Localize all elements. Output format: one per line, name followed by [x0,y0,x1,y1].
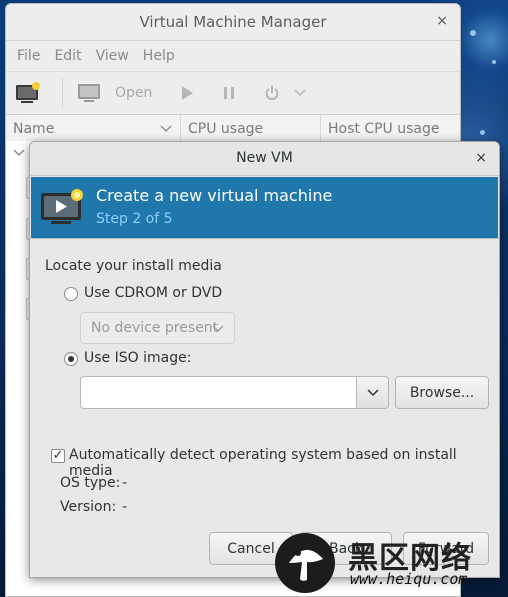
cdrom-device-value: No device present [91,320,219,336]
expander-chevron-icon[interactable] [13,149,25,157]
chevron-down-icon [366,388,379,396]
dialog-title: New VM [236,150,293,166]
menu-view[interactable]: View [96,48,129,64]
toolbar-separator [62,78,63,108]
cpu-column-label: CPU usage [188,121,264,137]
os-type-value: - [122,475,128,491]
dialog-titlebar: New VM × [30,142,499,176]
watermark-url: www.heiqu.com [350,570,468,588]
iso-radio[interactable] [64,352,78,366]
main-titlebar: Virtual Machine Manager × [6,4,460,41]
new-vm-icon [16,82,40,103]
cpu-column-header[interactable]: CPU usage [181,115,321,143]
mushroom-icon [289,549,323,581]
desktop-light-dot [480,130,485,135]
chevron-down-icon [294,89,306,97]
wizard-step: Step 2 of 5 [96,211,173,227]
desktop-light-dot [470,30,476,36]
play-icon [182,86,194,100]
chevron-down-icon [212,325,224,332]
monitor-icon [78,84,100,102]
wizard-title: Create a new virtual machine [96,186,333,205]
open-button[interactable]: Open [77,82,152,104]
main-close-icon[interactable]: × [436,13,448,29]
locate-media-heading: Locate your install media [45,258,222,274]
iso-history-dropdown[interactable] [356,376,389,409]
name-column-header[interactable]: Name [6,115,181,143]
new-vm-button[interactable] [14,81,42,105]
iso-radio-label[interactable]: Use ISO image: [84,350,191,366]
main-toolbar: Open [6,71,460,115]
desktop-light-dot [492,60,496,64]
new-vm-dialog: New VM × Create a new virtual machine St… [29,141,500,578]
pause-icon [224,87,235,99]
sort-chevron-icon [160,125,172,132]
version-value: - [122,499,128,515]
os-type-label: OS type: [60,475,121,491]
name-column-label: Name [13,121,55,137]
watermark-logo-icon [275,533,335,593]
shutdown-menu-button[interactable] [294,88,306,98]
run-button[interactable] [180,85,194,101]
cdrom-device-select[interactable]: No device present [80,312,235,344]
vm-list-header: Name CPU usage Host CPU usage [6,115,460,144]
pause-button[interactable] [222,85,236,101]
dialog-content: Locate your install media Use CDROM or D… [30,238,499,577]
cdrom-radio[interactable] [64,287,78,301]
host-cpu-column-label: Host CPU usage [328,121,440,137]
power-icon [265,86,279,101]
version-label: Version: [60,499,117,515]
browse-button[interactable]: Browse... [395,376,489,409]
shutdown-button[interactable] [264,85,280,101]
menu-help[interactable]: Help [143,48,175,64]
menu-file[interactable]: File [17,48,40,64]
host-cpu-column-header[interactable]: Host CPU usage [321,115,460,143]
menu-edit[interactable]: Edit [54,48,81,64]
new-vm-wizard-icon [41,189,83,224]
cdrom-radio-label[interactable]: Use CDROM or DVD [84,285,222,301]
cancel-label: Cancel [227,540,275,557]
main-window-title: Virtual Machine Manager [139,13,327,31]
auto-detect-checkbox[interactable]: ✓ [51,449,65,463]
dialog-close-icon[interactable]: × [475,150,487,166]
open-label: Open [115,85,153,101]
browse-label: Browse... [409,384,475,401]
wizard-banner: Create a new virtual machine Step 2 of 5 [31,177,498,238]
menubar: File Edit View Help [6,41,460,71]
auto-detect-label[interactable]: Automatically detect operating system ba… [69,447,499,479]
iso-path-input[interactable] [80,376,356,409]
